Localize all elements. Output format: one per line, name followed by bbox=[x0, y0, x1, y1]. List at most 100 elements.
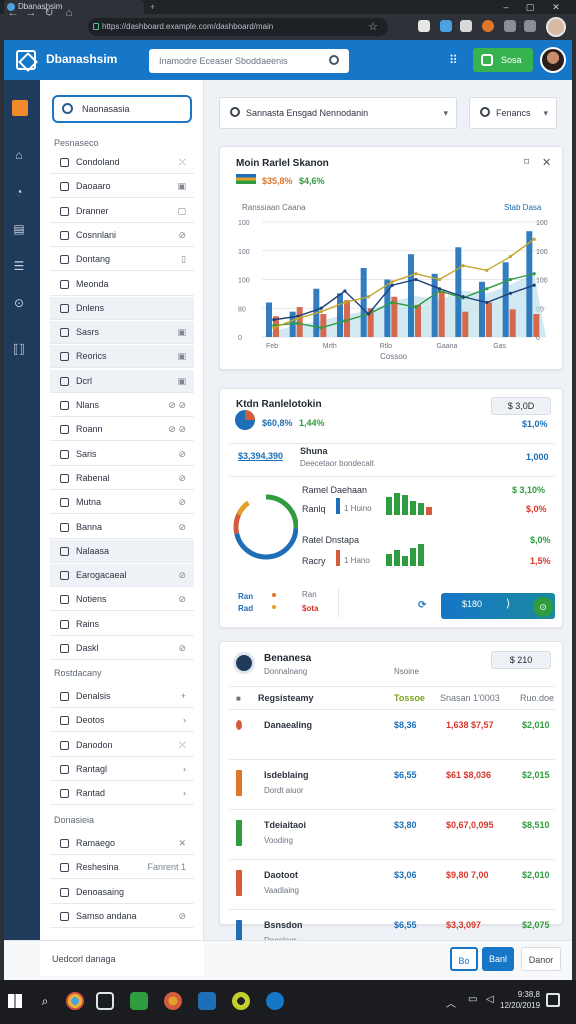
checkbox-icon[interactable] bbox=[60, 619, 69, 629]
volume-icon[interactable]: ◁ bbox=[486, 994, 494, 1005]
rail-search-icon[interactable]: ⊙ bbox=[12, 296, 26, 310]
extension-icon[interactable] bbox=[460, 20, 472, 32]
sidebar-item-action-icon[interactable]: ▯ bbox=[181, 248, 186, 271]
sidebar-item-action-icon[interactable]: ⊘ bbox=[178, 224, 186, 247]
stat-value[interactable]: $3,394,390 bbox=[238, 451, 283, 461]
rail-user-icon[interactable]: ◔ bbox=[12, 185, 26, 199]
sidebar-item-action-icon[interactable]: + bbox=[181, 685, 186, 708]
sidebar-item[interactable]: Samso andana ⊘ bbox=[50, 905, 194, 928]
extension-icon[interactable] bbox=[482, 20, 494, 32]
apps-grid-icon[interactable]: ⠿ bbox=[449, 53, 463, 67]
extension-icon[interactable] bbox=[440, 20, 452, 32]
sidebar-search-input[interactable]: Naonasasia bbox=[52, 95, 192, 123]
start-icon[interactable] bbox=[8, 994, 22, 1008]
card-badge[interactable]: $ 3,0D bbox=[491, 397, 551, 415]
checkbox-icon[interactable] bbox=[60, 473, 69, 483]
sidebar-footer[interactable]: Uedcorl danaga bbox=[40, 940, 204, 976]
sidebar-item-action-icon[interactable]: ✕ bbox=[178, 832, 186, 855]
back-icon[interactable]: ← bbox=[6, 5, 20, 21]
checkbox-icon[interactable] bbox=[60, 352, 69, 362]
sidebar-item-action-icon[interactable]: ⊘ ⊘ bbox=[168, 418, 186, 441]
notification-icon[interactable] bbox=[546, 993, 560, 1007]
checkbox-icon[interactable] bbox=[60, 328, 69, 338]
new-tab-icon[interactable]: + bbox=[150, 0, 155, 14]
minimize-icon[interactable]: – bbox=[496, 0, 516, 14]
checkbox-icon[interactable] bbox=[60, 716, 69, 726]
refresh-icon[interactable]: ⟳ bbox=[418, 600, 426, 611]
checkbox-icon[interactable] bbox=[60, 498, 69, 508]
sidebar-item[interactable]: Mutna ⊘ bbox=[50, 491, 194, 515]
sidebar-item[interactable]: Reshesina Fanrent 1 bbox=[50, 856, 194, 880]
go-icon[interactable]: ⊙ bbox=[533, 597, 553, 617]
sidebar-item[interactable]: Saris ⊘ bbox=[50, 443, 194, 466]
sidebar-item[interactable]: Deotos › bbox=[50, 709, 194, 733]
checkbox-icon[interactable] bbox=[60, 303, 69, 313]
sidebar-item[interactable]: Rantagl › bbox=[50, 758, 194, 781]
sidebar-item[interactable]: Condoland ⤫ bbox=[50, 151, 194, 174]
rail-list-icon[interactable]: ☰ bbox=[12, 259, 26, 273]
sidebar-item[interactable]: Dranner ▢ bbox=[50, 200, 194, 223]
checkbox-icon[interactable] bbox=[60, 522, 69, 532]
footer-button-primary[interactable]: Banl bbox=[482, 947, 514, 971]
sidebar-item[interactable]: Sasrs ▣ bbox=[50, 321, 194, 345]
sidebar-item-action-icon[interactable]: ⊘ bbox=[178, 516, 186, 539]
checkbox-icon[interactable] bbox=[60, 911, 69, 921]
footer-button-cancel[interactable]: Danor bbox=[521, 947, 561, 971]
checkbox-icon[interactable] bbox=[60, 449, 69, 459]
sidebar-item-action-icon[interactable]: › bbox=[183, 758, 186, 781]
search-icon[interactable]: ⌕ bbox=[36, 992, 54, 1010]
sidebar-item-action-icon[interactable]: ▣ bbox=[177, 345, 186, 368]
secondary-filter-select[interactable]: Fenancs ▾ bbox=[469, 97, 557, 129]
sidebar-item[interactable]: Dontang ▯ bbox=[50, 248, 194, 272]
sidebar-item-action-icon[interactable]: ⊘ bbox=[178, 905, 186, 928]
rail-bookmark-icon[interactable]: ⌂ bbox=[12, 148, 26, 162]
sidebar-item[interactable]: Ramaego ✕ bbox=[50, 832, 194, 855]
expand-icon[interactable]: ⌑ bbox=[524, 157, 529, 168]
checkbox-icon[interactable] bbox=[60, 789, 69, 799]
checkbox-icon[interactable] bbox=[60, 158, 69, 167]
close-window-icon[interactable]: ✕ bbox=[546, 0, 566, 14]
sidebar-item[interactable]: Notiens ⊘ bbox=[50, 588, 194, 612]
extension-icon[interactable] bbox=[504, 20, 516, 32]
checkbox-icon[interactable] bbox=[60, 182, 69, 192]
sidebar-item-action-icon[interactable]: ⊘ bbox=[178, 564, 186, 587]
sidebar-item-action-icon[interactable]: ▣ bbox=[177, 321, 186, 344]
sidebar-item[interactable]: Rains bbox=[50, 613, 194, 636]
sidebar-item-action-icon[interactable]: ⊘ bbox=[178, 588, 186, 611]
refresh-icon[interactable]: ↻ bbox=[42, 5, 56, 21]
sidebar-item[interactable]: Earogacaeal ⊘ bbox=[50, 564, 194, 588]
app-logo-icon[interactable] bbox=[16, 50, 36, 70]
url-bar[interactable]: https://dashboard.example.com/dashboard/… bbox=[88, 18, 388, 36]
app-icon[interactable] bbox=[266, 992, 284, 1010]
sidebar-item[interactable]: Dcrl ▣ bbox=[50, 369, 194, 393]
home-icon[interactable]: ⌂ bbox=[62, 5, 76, 21]
sidebar-item[interactable]: Nalaasa bbox=[50, 539, 194, 563]
sidebar-item-action-icon[interactable]: ⊘ bbox=[178, 637, 186, 660]
sidebar-item-action-icon[interactable]: Fanrent 1 bbox=[147, 856, 186, 879]
checkbox-icon[interactable] bbox=[60, 401, 69, 410]
checkbox-icon[interactable] bbox=[60, 644, 69, 653]
app-icon[interactable] bbox=[198, 992, 216, 1010]
checkbox-icon[interactable] bbox=[60, 206, 69, 216]
rail-code-icon[interactable]: ⟦⟧ bbox=[12, 342, 26, 356]
header-action-button[interactable]: Sosa bbox=[473, 48, 533, 72]
sidebar-item[interactable]: Banna ⊘ bbox=[50, 516, 194, 539]
network-icon[interactable]: ▭ bbox=[468, 994, 477, 1005]
sidebar-item[interactable]: Cosnnlani ⊘ bbox=[50, 224, 194, 247]
sidebar-item[interactable]: Nlans ⊘ ⊘ bbox=[50, 394, 194, 417]
sidebar-item-action-icon[interactable]: ⤫ bbox=[179, 151, 186, 174]
checkbox-icon[interactable] bbox=[60, 839, 69, 848]
user-avatar[interactable] bbox=[540, 47, 566, 73]
report-filter-select[interactable]: Sannasta Ensgad Nennodanin ▾ bbox=[219, 97, 457, 129]
sidebar-item[interactable]: Rantad › bbox=[50, 782, 194, 806]
sidebar-item-action-icon[interactable]: ▣ bbox=[177, 175, 186, 198]
app-icon[interactable] bbox=[232, 992, 250, 1010]
checkbox-icon[interactable] bbox=[60, 279, 69, 289]
browser-profile-avatar[interactable] bbox=[546, 17, 566, 37]
sidebar-item-action-icon[interactable]: ⊘ bbox=[178, 491, 186, 514]
global-search-input[interactable]: Inamodre Eceaser Sboddaeenis bbox=[149, 49, 349, 73]
maximize-icon[interactable]: ▢ bbox=[520, 0, 540, 14]
clock[interactable]: 9:38,8 12/20/2019 bbox=[500, 989, 540, 1011]
sidebar-item[interactable]: Meonda bbox=[50, 273, 194, 296]
checkbox-icon[interactable] bbox=[60, 595, 69, 605]
